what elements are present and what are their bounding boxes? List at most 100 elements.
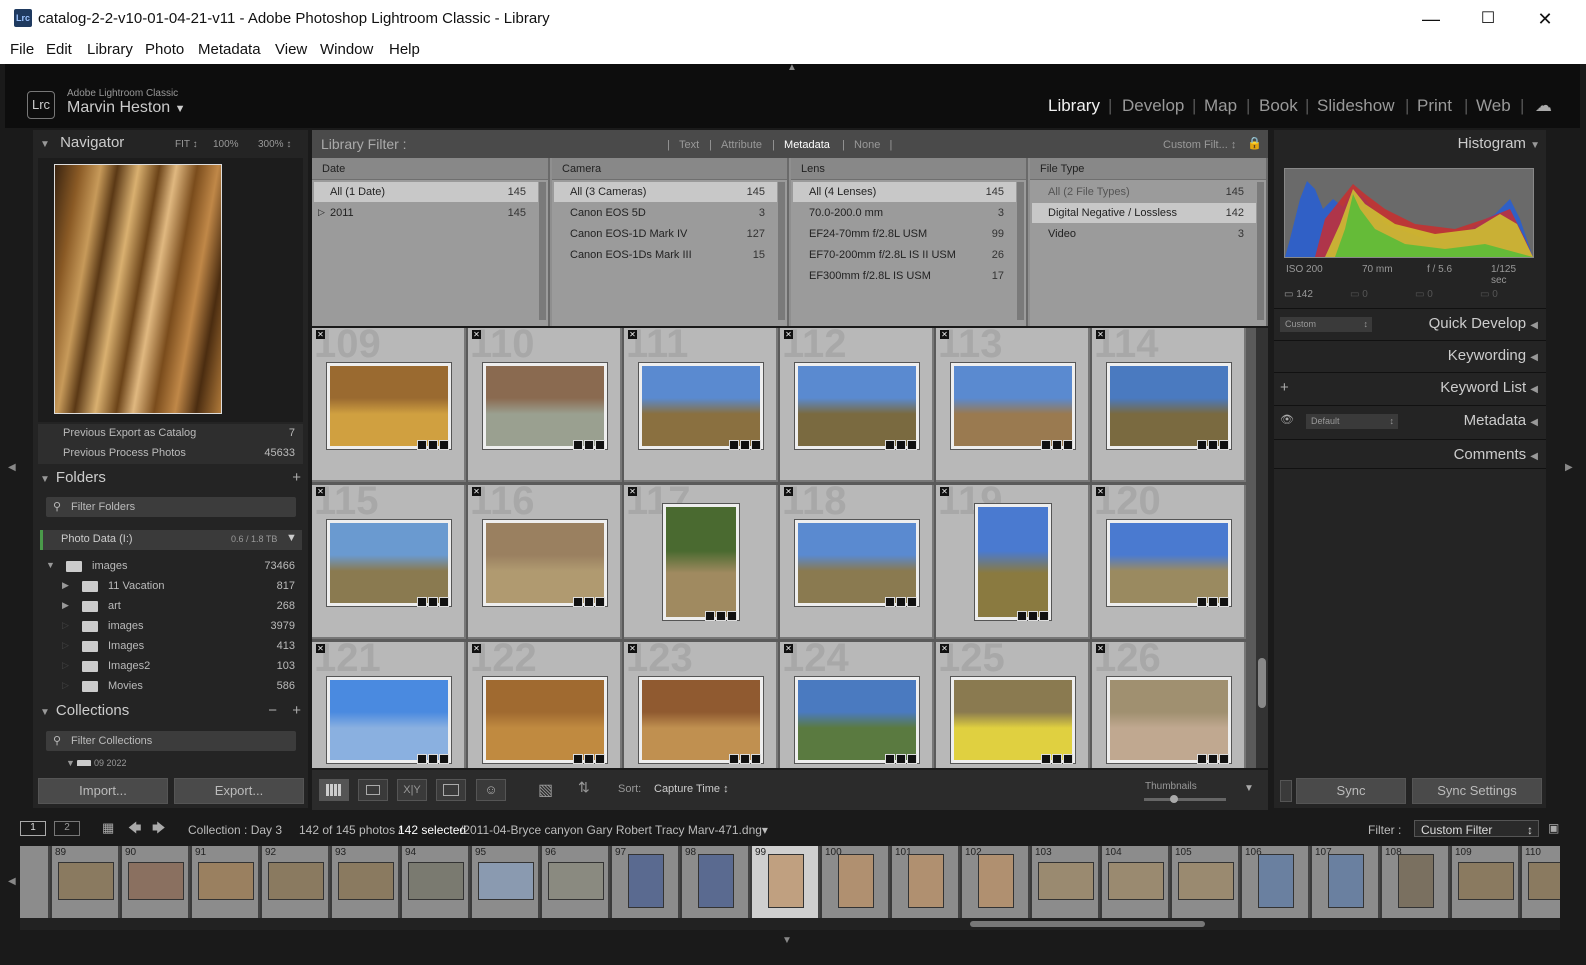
badge-icon[interactable] (729, 754, 739, 764)
reject-flag-icon[interactable]: ✕ (1096, 644, 1105, 653)
photo-thumbnail[interactable] (326, 362, 452, 450)
reject-flag-icon[interactable]: ✕ (316, 644, 325, 653)
menu-library[interactable]: Library (87, 41, 133, 58)
badge-icon[interactable] (595, 754, 605, 764)
loupe-view-icon[interactable] (358, 779, 388, 801)
disclosure-triangle-icon[interactable]: ▷ (62, 640, 69, 651)
menu-window[interactable]: Window (320, 41, 373, 58)
filmstrip-cell[interactable]: 100 (822, 846, 890, 918)
filmstrip-thumbnail[interactable] (768, 854, 804, 908)
add-keyword-icon[interactable]: + (1280, 379, 1289, 396)
metadata-header[interactable]: 👁 Default ↕ Metadata ◀ (1274, 405, 1546, 435)
filter-item[interactable]: EF300mm f/2.8L IS USM 17 (793, 266, 1016, 286)
badge-icon[interactable] (573, 597, 583, 607)
folder-item[interactable]: ▼ images 73466 (38, 556, 303, 576)
filter-column-header[interactable]: Camera (552, 158, 787, 180)
badge-icon[interactable] (1052, 754, 1062, 764)
badge-icon[interactable] (896, 754, 906, 764)
filmstrip-thumbnail[interactable] (1178, 862, 1234, 900)
badge-icon[interactable] (584, 440, 594, 450)
module-slideshow[interactable]: Slideshow (1317, 96, 1395, 116)
folders-header[interactable]: ▼ Folders + (40, 469, 305, 495)
menu-metadata[interactable]: Metadata (198, 41, 261, 58)
disclosure-triangle-icon[interactable]: ▶ (62, 600, 69, 611)
badge-icon[interactable] (907, 754, 917, 764)
badge-icon[interactable] (896, 597, 906, 607)
grid-icon[interactable]: ▦ (102, 820, 114, 836)
column-scrollbar[interactable] (1257, 182, 1264, 320)
filmstrip-thumbnail[interactable] (1108, 862, 1164, 900)
add-collection-icon[interactable]: + (292, 702, 301, 719)
grid-cell[interactable]: 114 ✕ (1092, 328, 1246, 482)
badge-icon[interactable] (428, 440, 438, 450)
people-view-icon[interactable]: ☺ (476, 779, 506, 801)
badge-icon[interactable] (1219, 440, 1229, 450)
filmstrip-thumbnail[interactable] (1038, 862, 1094, 900)
photo-thumbnail[interactable] (1106, 676, 1232, 764)
grid-cell[interactable]: 110 ✕ (468, 328, 622, 482)
grid-scrollbar[interactable] (1256, 328, 1268, 768)
badge-icon[interactable] (1197, 597, 1207, 607)
reject-flag-icon[interactable]: ✕ (784, 487, 793, 496)
reject-flag-icon[interactable]: ✕ (628, 487, 637, 496)
badge-icon[interactable] (1041, 440, 1051, 450)
eye-icon[interactable]: 👁 (1280, 413, 1294, 426)
badge-icon[interactable] (1041, 754, 1051, 764)
filmstrip-cell[interactable]: 96 (542, 846, 610, 918)
filmstrip-thumbnail[interactable] (408, 862, 464, 900)
grid-cell[interactable]: 119 ✕ (936, 485, 1090, 639)
grid-cell[interactable]: 125 ✕ (936, 642, 1090, 768)
filter-tab-attribute[interactable]: | Attribute (709, 139, 762, 151)
zoom-100[interactable]: 100% (213, 139, 239, 150)
badge-icon[interactable] (705, 611, 715, 621)
module-print[interactable]: Print (1417, 96, 1452, 116)
filmstrip-thumbnail[interactable] (58, 862, 114, 900)
photo-thumbnail[interactable] (1106, 519, 1232, 607)
grid-cell[interactable]: 122 ✕ (468, 642, 622, 768)
filmstrip-cell[interactable]: 95 (472, 846, 540, 918)
filter-item[interactable]: Canon EOS 5D 3 (554, 203, 777, 223)
badge-icon[interactable] (885, 754, 895, 764)
crop-count[interactable]: ▭ 142 (1284, 289, 1313, 300)
folder-item[interactable]: ▶ 11 Vacation 817 (38, 576, 303, 596)
badge-icon[interactable] (740, 440, 750, 450)
badge-icon[interactable] (595, 597, 605, 607)
disclosure-triangle-icon[interactable]: ▼ (46, 560, 55, 570)
photo-thumbnail[interactable] (638, 676, 764, 764)
filter-collections-input[interactable]: ⚲ Filter Collections (46, 731, 296, 751)
badge-icon[interactable] (1197, 440, 1207, 450)
left-panel-toggle-icon[interactable]: ◀ (8, 462, 16, 473)
folder-item[interactable]: ▷ Images2 103 (38, 656, 303, 676)
sync-settings-button[interactable]: Sync Settings (1412, 778, 1542, 804)
filmstrip-cell[interactable]: 107 (1312, 846, 1380, 918)
filmstrip-source[interactable]: Collection : Day 3 (188, 823, 282, 837)
menu-view[interactable]: View (275, 41, 307, 58)
filmstrip-cell[interactable]: 109 (1452, 846, 1520, 918)
grid-cell[interactable]: 109 ✕ (312, 328, 466, 482)
menu-file[interactable]: File (10, 41, 34, 58)
badge-icon[interactable] (417, 754, 427, 764)
filmstrip-cell[interactable]: 92 (262, 846, 330, 918)
grid-cell[interactable]: 117 ✕ (624, 485, 778, 639)
filmstrip-thumbnail[interactable] (978, 854, 1014, 908)
reject-flag-icon[interactable]: ✕ (940, 330, 949, 339)
badge-icon[interactable] (751, 440, 761, 450)
column-scrollbar[interactable] (1017, 182, 1024, 320)
reject-flag-icon[interactable]: ✕ (940, 644, 949, 653)
folder-item[interactable]: ▷ Movies 586 (38, 676, 303, 696)
filmstrip-thumbnail[interactable] (268, 862, 324, 900)
photo-thumbnail[interactable] (662, 503, 740, 621)
filmstrip-scroll-thumb[interactable] (970, 921, 1205, 927)
collapse-bottom-icon[interactable]: ▼ (782, 935, 792, 946)
filmstrip-cell[interactable]: 89 (52, 846, 120, 918)
filmstrip-cell[interactable]: 94 (402, 846, 470, 918)
grid-cell[interactable]: 123 ✕ (624, 642, 778, 768)
toolbar-menu-icon[interactable]: ▼ (1244, 783, 1254, 794)
badge-icon[interactable] (1028, 611, 1038, 621)
filter-preset-dropdown[interactable]: Custom Filt... ↕ (1163, 139, 1236, 151)
filmstrip-thumbnail[interactable] (478, 862, 534, 900)
column-scrollbar[interactable] (539, 182, 546, 320)
filmstrip-thumbnail[interactable] (1328, 854, 1364, 908)
filmstrip-cell[interactable]: 110 (1522, 846, 1560, 918)
filter-tab-none[interactable]: | None | (842, 139, 892, 151)
